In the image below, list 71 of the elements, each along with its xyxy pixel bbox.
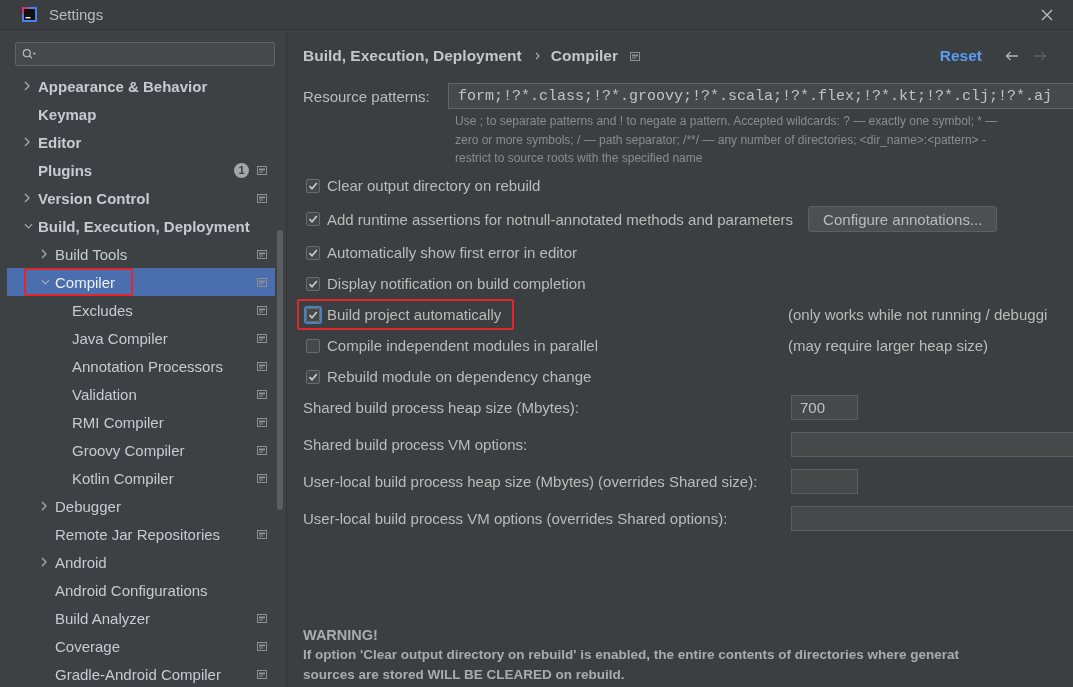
chevron-down-icon[interactable] [24,223,33,229]
hint-text: (may require larger heap size) [788,337,989,354]
tree-item[interactable]: Coverage [7,632,275,660]
warning-text: If option 'Clear output directory on rebuild' is enabled, the entire contents of directories where generat sources are stored WILL BE CLEARED on rebuild. [303,646,959,684]
input-field[interactable]: form;!?*.class;!?*.groovy;!?*.scala;!?*.flex;!?*.kt;!?*.clj;!?*.aj [448,83,1073,109]
tree-item[interactable]: Validation [7,380,275,408]
field-label: Shared build process VM options: [303,436,529,453]
checkbox-label[interactable]: Automatically show first error in editor [327,244,578,261]
checkbox-label[interactable]: Compile independent modules in parallel [327,337,598,354]
checkbox-label[interactable]: Rebuild module on dependency change [327,368,592,385]
tree-item[interactable]: Build Analyzer [7,604,275,632]
input-field[interactable]: 700 [791,395,858,420]
window-title: Settings [49,6,104,23]
tree-item[interactable]: Compiler [7,268,275,296]
reset-link[interactable]: Reset [939,47,982,65]
tree-item[interactable]: Version Control [7,184,275,212]
field-label: Shared build process heap size (Mbytes): [303,399,580,416]
tree-item[interactable]: Remote Jar Repositories [7,520,275,548]
tree-item[interactable]: Keymap [7,100,275,128]
tree-item[interactable]: Appearance & Behavior [7,72,275,100]
scrollbar-thumb[interactable] [277,230,283,510]
breadcrumb-item: Compiler [550,47,618,65]
checkbox-label[interactable]: Build project automatically [327,306,502,323]
panel-icon [629,51,640,61]
tree-item[interactable]: Android Configurations [7,576,275,604]
chevron-right-icon[interactable] [24,81,30,91]
tree-item[interactable]: RMI Compiler [7,408,275,436]
chevron-right-icon[interactable] [41,557,47,567]
input-field[interactable] [791,506,1073,531]
checkbox[interactable] [306,245,320,260]
checkbox[interactable] [306,178,320,193]
help-text: Use ; to separate patterns and ! to negate a pattern. Accepted wildcards: ? — exactly one symbol; * — zero or more symbols; / — path separator; /**/ — any number of directories; <dir_name>:<pattern> - restrict to source roots with the specified name [455,113,998,167]
app-logo-icon [22,7,37,22]
chevron-right-icon[interactable] [41,501,47,511]
tree-item[interactable]: Java Compiler [7,324,275,352]
checkbox-label[interactable]: Add runtime assertions for notnull-annotated methods and parameters [327,210,794,228]
close-icon[interactable] [1041,8,1053,21]
checkbox-label[interactable]: Display notification on build completion [327,275,586,292]
tree-item[interactable]: Kotlin Compiler [7,464,275,492]
field-label: User-local build process heap size (Mbytes) (overrides Shared size): [303,473,759,490]
field-label: User-local build process VM options (overrides Shared options): [303,510,729,527]
checkbox-label[interactable]: Clear output directory on rebuild [327,177,541,194]
tree-item[interactable]: Groovy Compiler [7,436,275,464]
chevron-right-icon[interactable] [24,137,30,147]
breadcrumb-item[interactable]: Build, Execution, Deployment [303,47,522,65]
checkbox[interactable] [306,276,320,291]
checkbox[interactable] [306,369,320,384]
checkbox[interactable] [306,338,320,353]
tree-item[interactable]: Gradle-Android Compiler [7,660,275,687]
checkbox[interactable] [306,212,320,226]
tree-item[interactable]: Editor [7,128,275,156]
input-field[interactable] [791,432,1073,457]
configure-button[interactable]: Configure annotations... [808,206,998,232]
count-badge: 1 [234,162,249,178]
tree-item[interactable]: Debugger [7,492,275,520]
tree-item[interactable]: Annotation Processors [7,352,275,380]
tree-item[interactable]: Plugins 1 [7,156,275,184]
warning-title: WARNING! [303,626,378,645]
tree-item[interactable]: Build, Execution, Deployment [7,212,275,240]
chevron-right-icon[interactable] [24,193,30,203]
chevron-right-icon [534,52,540,60]
input-field[interactable] [791,469,858,494]
tree-item[interactable]: Excludes [7,296,275,324]
chevron-right-icon[interactable] [41,249,47,259]
search-field[interactable] [15,42,275,66]
tree-item[interactable]: Build Tools [7,240,275,268]
search-icon[interactable] [22,48,36,60]
field-label: Resource patterns: [303,87,431,105]
arrow-left-icon[interactable] [1005,51,1019,61]
tree-item[interactable]: Android [7,548,275,576]
hint-text: (only works while not running / debuggi [788,306,1048,323]
